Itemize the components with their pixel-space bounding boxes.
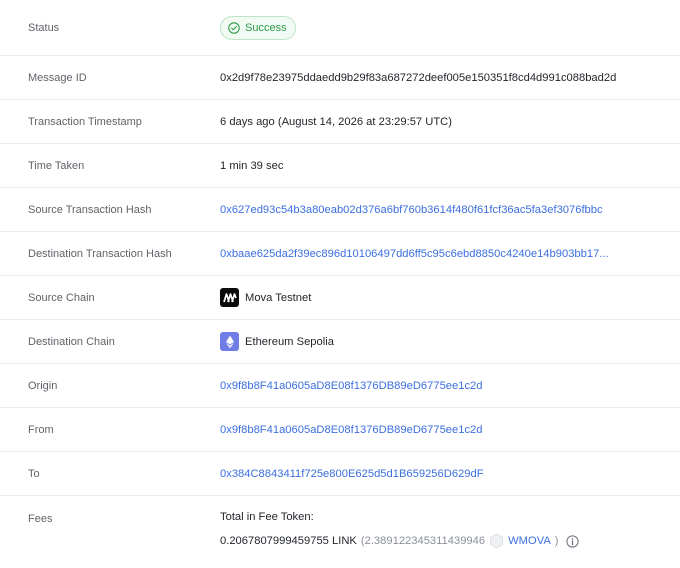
fees-amount: 0.2067807999459755 LINK [220, 535, 357, 547]
source-chain-row: Source Chain Mova Testnet [0, 276, 680, 320]
dest-tx-row: Destination Transaction Hash 0xbaae625da… [0, 232, 680, 276]
source-tx-row: Source Transaction Hash 0x627ed93c54b3a8… [0, 188, 680, 232]
from-label: From [28, 423, 54, 436]
to-value-wrap: 0x384C8843411f725e800E625d5d1B659256D629… [220, 468, 484, 480]
check-circle-icon [228, 21, 240, 34]
origin-row: Origin 0x9f8b8F41a0605aD8E08f1376DB89eD6… [0, 364, 680, 408]
time-taken-label: Time Taken [28, 159, 85, 172]
source-chain-label: Source Chain [28, 291, 95, 304]
dest-tx-hash-link[interactable]: 0xbaae625da2f39ec896d10106497dd6ff5c95c6… [220, 248, 609, 260]
origin-address-link[interactable]: 0x9f8b8F41a0605aD8E08f1376DB89eD6775ee1c… [220, 380, 483, 392]
message-id-value: 0x2d9f78e23975ddaedd9b29f83a687272deef00… [220, 71, 617, 84]
source-tx-hash-link[interactable]: 0x627ed93c54b3a80eab02d376a6bf760b3614f4… [220, 204, 603, 216]
from-address-link[interactable]: 0x9f8b8F41a0605aD8E08f1376DB89eD6775ee1c… [220, 424, 483, 436]
status-row: Status Success [0, 0, 680, 56]
source-chain-value: Mova Testnet [220, 288, 311, 307]
dest-tx-value-wrap: 0xbaae625da2f39ec896d10106497dd6ff5c95c6… [220, 248, 609, 260]
ethereum-logo-icon [220, 332, 239, 351]
source-chain-name: Mova Testnet [245, 291, 312, 304]
from-value-wrap: 0x9f8b8F41a0605aD8E08f1376DB89eD6775ee1c… [220, 424, 483, 436]
message-id-row: Message ID 0x2d9f78e23975ddaedd9b29f83a6… [0, 56, 680, 100]
mova-logo-icon [220, 288, 239, 307]
timestamp-label: Transaction Timestamp [28, 115, 142, 128]
time-taken-value: 1 min 39 sec [220, 159, 284, 172]
from-row: From 0x9f8b8F41a0605aD8E08f1376DB89eD677… [0, 408, 680, 452]
dest-chain-label: Destination Chain [28, 335, 115, 348]
time-taken-row: Time Taken 1 min 39 sec [0, 144, 680, 188]
message-id-label: Message ID [28, 71, 87, 84]
fees-native-amount: (2.389122345311439946 [360, 535, 486, 547]
fees-value: Total in Fee Token: 0.2067807999459755 L… [220, 511, 579, 549]
info-icon[interactable] [565, 534, 579, 548]
to-row: To 0x384C8843411f725e800E625d5d1B659256D… [0, 452, 680, 496]
dest-chain-value: Ethereum Sepolia [220, 332, 334, 351]
source-tx-label: Source Transaction Hash [28, 203, 152, 216]
wmova-token-link[interactable]: WMOVA [508, 535, 551, 547]
source-tx-value-wrap: 0x627ed93c54b3a80eab02d376a6bf760b3614f4… [220, 204, 603, 216]
dest-chain-row: Destination Chain Ethereum Sepolia [0, 320, 680, 364]
dest-chain-name: Ethereum Sepolia [245, 335, 334, 348]
transaction-details-table: Status Success Message ID 0x2d9f78e23975… [0, 0, 680, 564]
timestamp-value: 6 days ago (August 14, 2026 at 23:29:57 … [220, 115, 452, 128]
fees-amount-line: 0.2067807999459755 LINK (2.3891223453114… [220, 533, 579, 549]
status-badge: Success [220, 15, 296, 40]
origin-label: Origin [28, 379, 58, 392]
dest-tx-label: Destination Transaction Hash [28, 247, 172, 260]
status-badge-text: Success [245, 21, 287, 34]
origin-value-wrap: 0x9f8b8F41a0605aD8E08f1376DB89eD6775ee1c… [220, 380, 483, 392]
status-value: Success [220, 15, 296, 40]
fees-title: Total in Fee Token: [220, 511, 314, 523]
timestamp-row: Transaction Timestamp 6 days ago (August… [0, 100, 680, 144]
status-label: Status [28, 21, 60, 34]
token-hexagon-icon [490, 533, 504, 549]
to-address-link[interactable]: 0x384C8843411f725e800E625d5d1B659256D629… [220, 468, 484, 480]
to-label: To [28, 467, 40, 480]
fees-paren-close: ) [554, 535, 559, 547]
fees-label: Fees [28, 513, 53, 525]
fees-row: Fees Total in Fee Token: 0.2067807999459… [0, 496, 680, 564]
